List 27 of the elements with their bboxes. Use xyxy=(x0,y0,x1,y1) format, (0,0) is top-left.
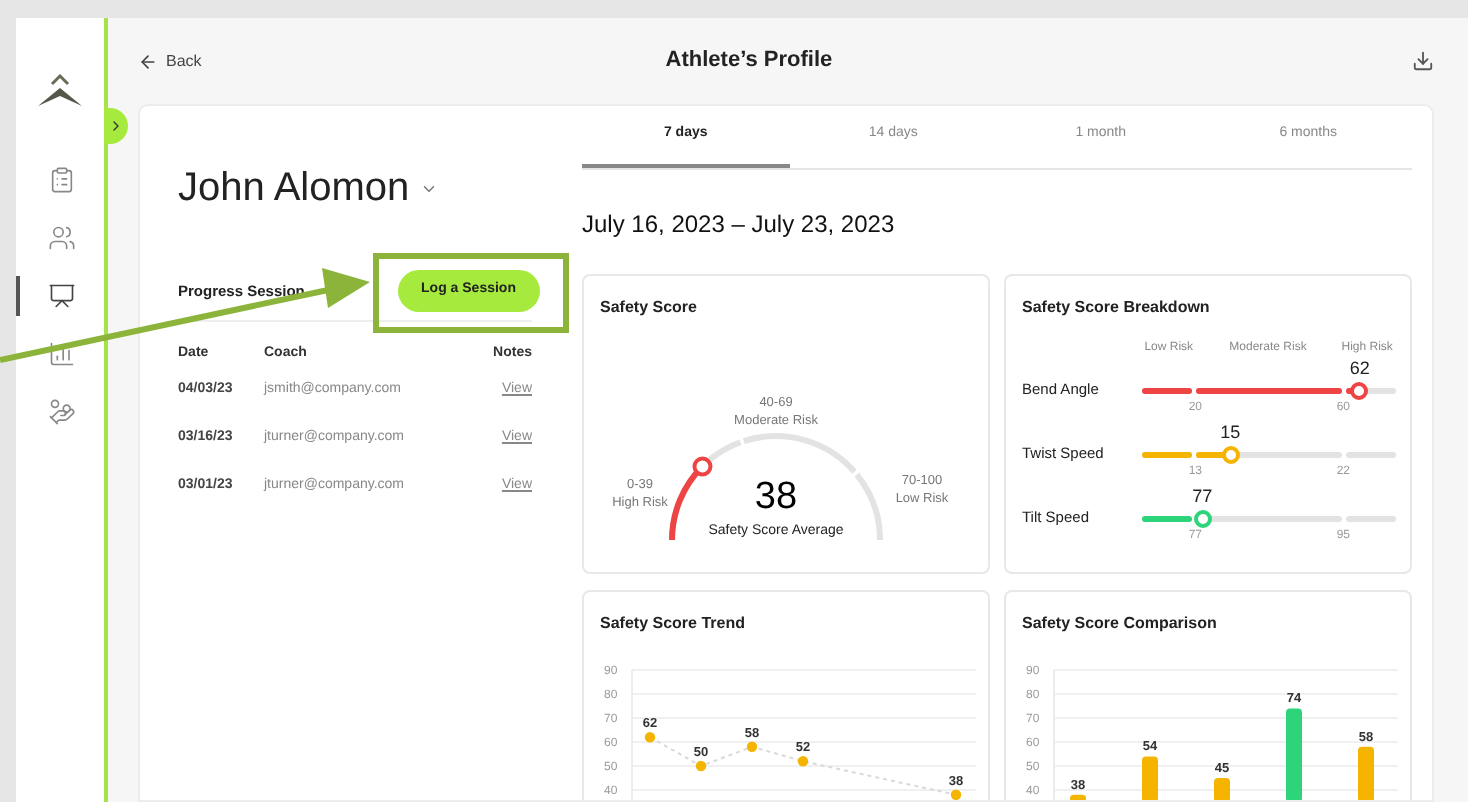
athlete-name: John Alomon xyxy=(178,164,410,214)
chevron-right-icon xyxy=(108,118,124,134)
sidebar-icon xyxy=(48,282,76,310)
data-point xyxy=(746,741,758,752)
metric-value: 62 xyxy=(1347,357,1372,377)
card-title: Safety Score Trend xyxy=(598,612,747,636)
sidebar-icon xyxy=(48,398,76,426)
logo-icon xyxy=(36,74,84,110)
back-arrow-icon xyxy=(138,51,158,71)
data-point xyxy=(644,732,656,743)
back-button[interactable]: Back xyxy=(138,49,202,73)
sidebar-icon xyxy=(48,340,76,368)
sidebar-icon xyxy=(48,166,76,194)
data-point xyxy=(695,760,707,772)
metric-value: 77 xyxy=(1190,485,1215,505)
score-value: 38 xyxy=(752,478,800,518)
data-point xyxy=(797,756,809,767)
page-title: Athlete’s Profile xyxy=(665,46,833,77)
download-icon[interactable] xyxy=(1412,50,1434,72)
card-title: Safety Score Breakdown xyxy=(1022,296,1212,320)
card-title: Safety Score Comparison xyxy=(1020,612,1219,636)
date-range: July 16, 2023 – July 23, 2023 xyxy=(582,208,897,242)
sidebar-icon xyxy=(48,224,76,252)
data-point xyxy=(950,789,962,800)
card-title: Safety Score xyxy=(600,296,699,320)
metric-value: 15 xyxy=(1218,421,1243,441)
gauge-marker xyxy=(692,456,713,477)
